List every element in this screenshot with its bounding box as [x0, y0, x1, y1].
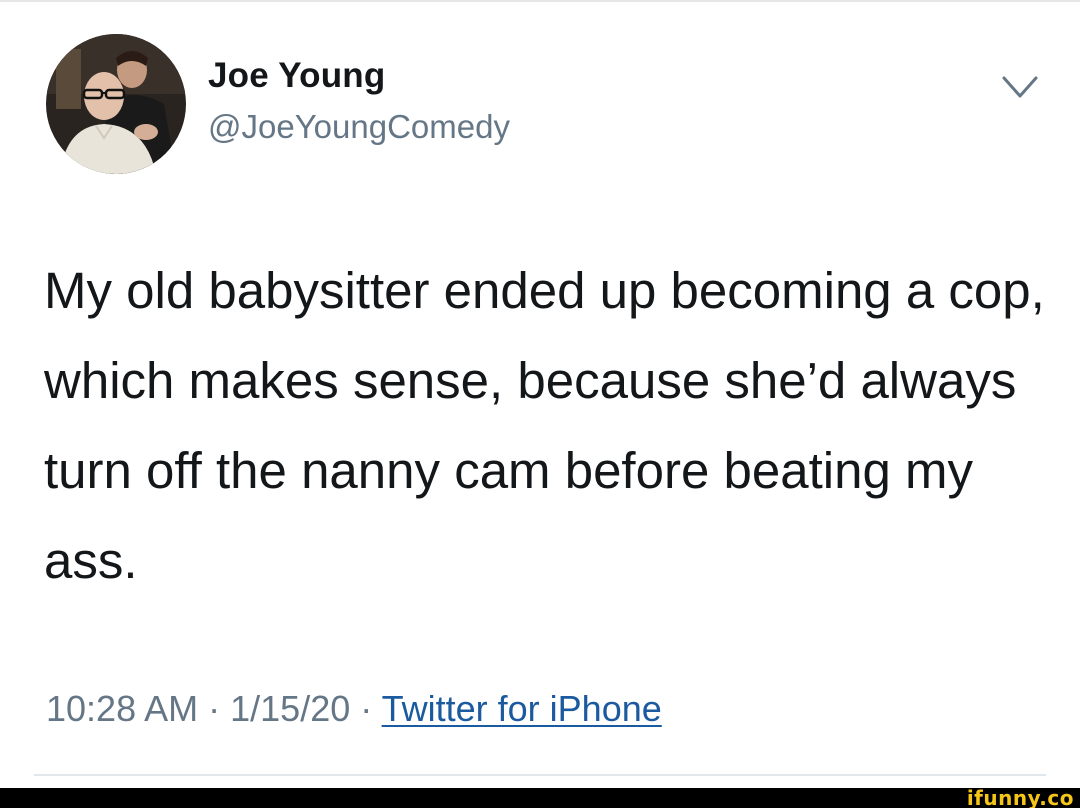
tweet-metadata: 10:28 AM · 1/15/20 · Twitter for iPhone: [46, 688, 662, 730]
divider: [34, 774, 1046, 776]
tweet-time[interactable]: 10:28 AM: [46, 688, 198, 729]
top-border: [0, 0, 1080, 2]
user-handle[interactable]: @JoeYoungComedy: [208, 108, 510, 146]
chevron-down-icon[interactable]: [1000, 70, 1040, 104]
tweet-date[interactable]: 1/15/20: [230, 688, 350, 729]
display-name[interactable]: Joe Young: [208, 56, 385, 96]
tweet-source-link[interactable]: Twitter for iPhone: [382, 688, 662, 729]
watermark-bar: ifunny.co: [0, 788, 1080, 808]
tweet-screenshot: Joe Young @JoeYoungComedy My old babysit…: [0, 0, 1080, 808]
tweet-text: My old babysitter ended up becoming a co…: [44, 262, 1045, 589]
avatar[interactable]: [46, 34, 186, 174]
meta-separator: ·: [360, 688, 373, 729]
ifunny-watermark: ifunny.co: [966, 786, 1074, 808]
meta-separator: ·: [208, 688, 221, 729]
avatar-photo: [46, 34, 186, 174]
